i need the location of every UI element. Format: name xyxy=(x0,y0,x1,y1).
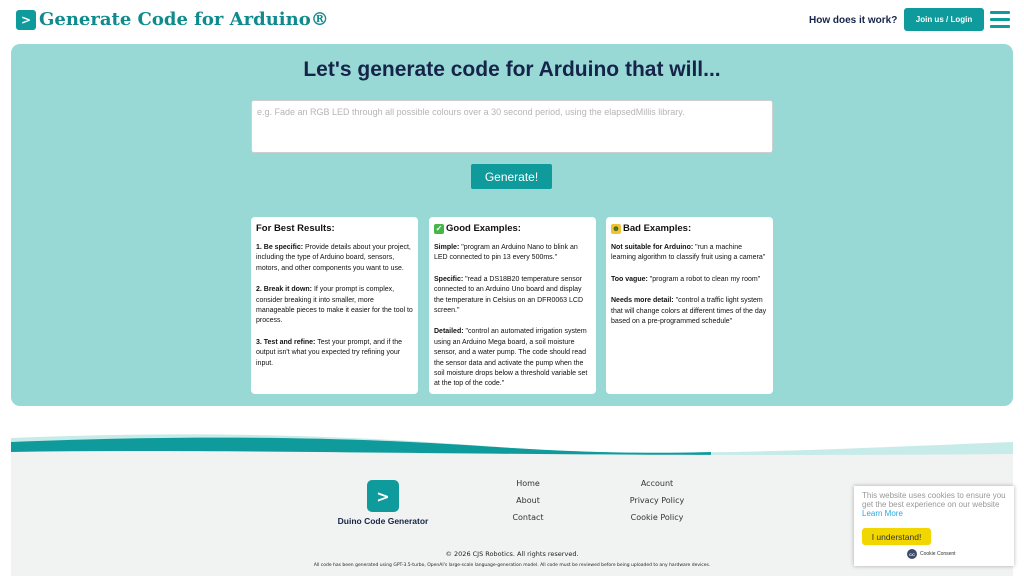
hero-title: Let's generate code for Arduino that wil… xyxy=(303,58,721,81)
tip-label: 2. Break it down: xyxy=(256,286,313,294)
footer-link-cookie-policy[interactable]: Cookie Policy xyxy=(617,513,697,522)
check-mark-icon: ✓ xyxy=(434,223,444,234)
menu-bar xyxy=(990,25,1010,28)
example-item: Not suitable for Arduino: "run a machine… xyxy=(611,243,768,264)
menu-bar xyxy=(990,18,1010,21)
example-label: Too vague: xyxy=(611,275,648,283)
cookie-consent-logo-icon: CC xyxy=(907,549,917,559)
bad-examples-heading: ☻ Bad Examples: xyxy=(611,223,768,234)
learn-more-link[interactable]: Learn More xyxy=(862,509,903,518)
tip-item: 3. Test and refine: Test your prompt, an… xyxy=(256,338,413,369)
example-item: Needs more detail: "control a traffic li… xyxy=(611,296,768,327)
best-results-title: For Best Results: xyxy=(256,223,335,234)
tip-item: 2. Break it down: If your prompt is comp… xyxy=(256,285,413,327)
bad-examples-card: ☻ Bad Examples: Not suitable for Arduino:… xyxy=(606,217,773,394)
tip-label: 1. Be specific: xyxy=(256,244,304,251)
best-results-card: For Best Results: 1. Be specific: Provid… xyxy=(251,217,418,394)
example-text: "program a robot to clean my room" xyxy=(647,275,761,283)
footer-brand: Duino Code Generator xyxy=(337,516,429,526)
good-examples-title: Good Examples: xyxy=(446,223,521,234)
cookie-text: This website uses cookies to ensure you … xyxy=(862,491,1006,509)
footer-wave-divider xyxy=(11,434,1013,463)
logo-icon[interactable]: > xyxy=(16,10,36,30)
menu-bar xyxy=(990,11,1010,14)
footer-link-home[interactable]: Home xyxy=(488,479,568,488)
example-label: Needs more detail: xyxy=(611,297,674,305)
good-examples-heading: ✓ Good Examples: xyxy=(434,223,591,234)
site-header: > Generate Code for Arduino® How does it… xyxy=(0,0,1024,42)
cookie-consent-label[interactable]: Cookie Consent xyxy=(920,551,956,557)
footer-logo-icon[interactable]: > xyxy=(367,480,399,512)
example-label: Not suitable for Arduino: xyxy=(611,244,694,251)
example-item: Too vague: "program a robot to clean my … xyxy=(611,275,768,285)
hero-section: Let's generate code for Arduino that wil… xyxy=(11,44,1013,406)
cookie-message: This website uses cookies to ensure you … xyxy=(862,491,1006,518)
example-text: "control an automated irrigation system … xyxy=(434,328,588,388)
prompt-box xyxy=(251,100,773,153)
example-item: Detailed: "control an automated irrigati… xyxy=(434,327,591,389)
footer-link-account[interactable]: Account xyxy=(617,479,697,488)
example-label: Specific: xyxy=(434,275,464,283)
example-item: Simple: "program an Arduino Nano to blin… xyxy=(434,243,591,264)
cookie-banner: This website uses cookies to ensure you … xyxy=(854,486,1014,566)
hamburger-menu-icon[interactable] xyxy=(990,11,1010,28)
bad-examples-title: Bad Examples: xyxy=(623,223,692,234)
tip-item: 1. Be specific: Provide details about yo… xyxy=(256,243,413,274)
example-label: Detailed: xyxy=(434,328,464,336)
site-title[interactable]: Generate Code for Arduino® xyxy=(39,9,329,30)
example-label: Simple: xyxy=(434,244,460,251)
robot-face-icon: ☻ xyxy=(611,223,621,234)
prompt-input[interactable] xyxy=(252,101,772,152)
footer-link-contact[interactable]: Contact xyxy=(488,513,568,522)
join-login-button[interactable]: Join us / Login xyxy=(904,8,984,31)
cookie-accept-button[interactable]: I understand! xyxy=(862,528,931,545)
how-it-works-link[interactable]: How does it work? xyxy=(809,15,897,26)
tip-label: 3. Test and refine: xyxy=(256,338,316,346)
example-item: Specific: "read a DS18B20 temperature se… xyxy=(434,275,591,317)
good-examples-card: ✓ Good Examples: Simple: "program an Ardu… xyxy=(429,217,596,394)
footer-link-privacy-policy[interactable]: Privacy Policy xyxy=(617,496,697,505)
footer-link-about[interactable]: About xyxy=(488,496,568,505)
generate-button[interactable]: Generate! xyxy=(471,164,552,189)
